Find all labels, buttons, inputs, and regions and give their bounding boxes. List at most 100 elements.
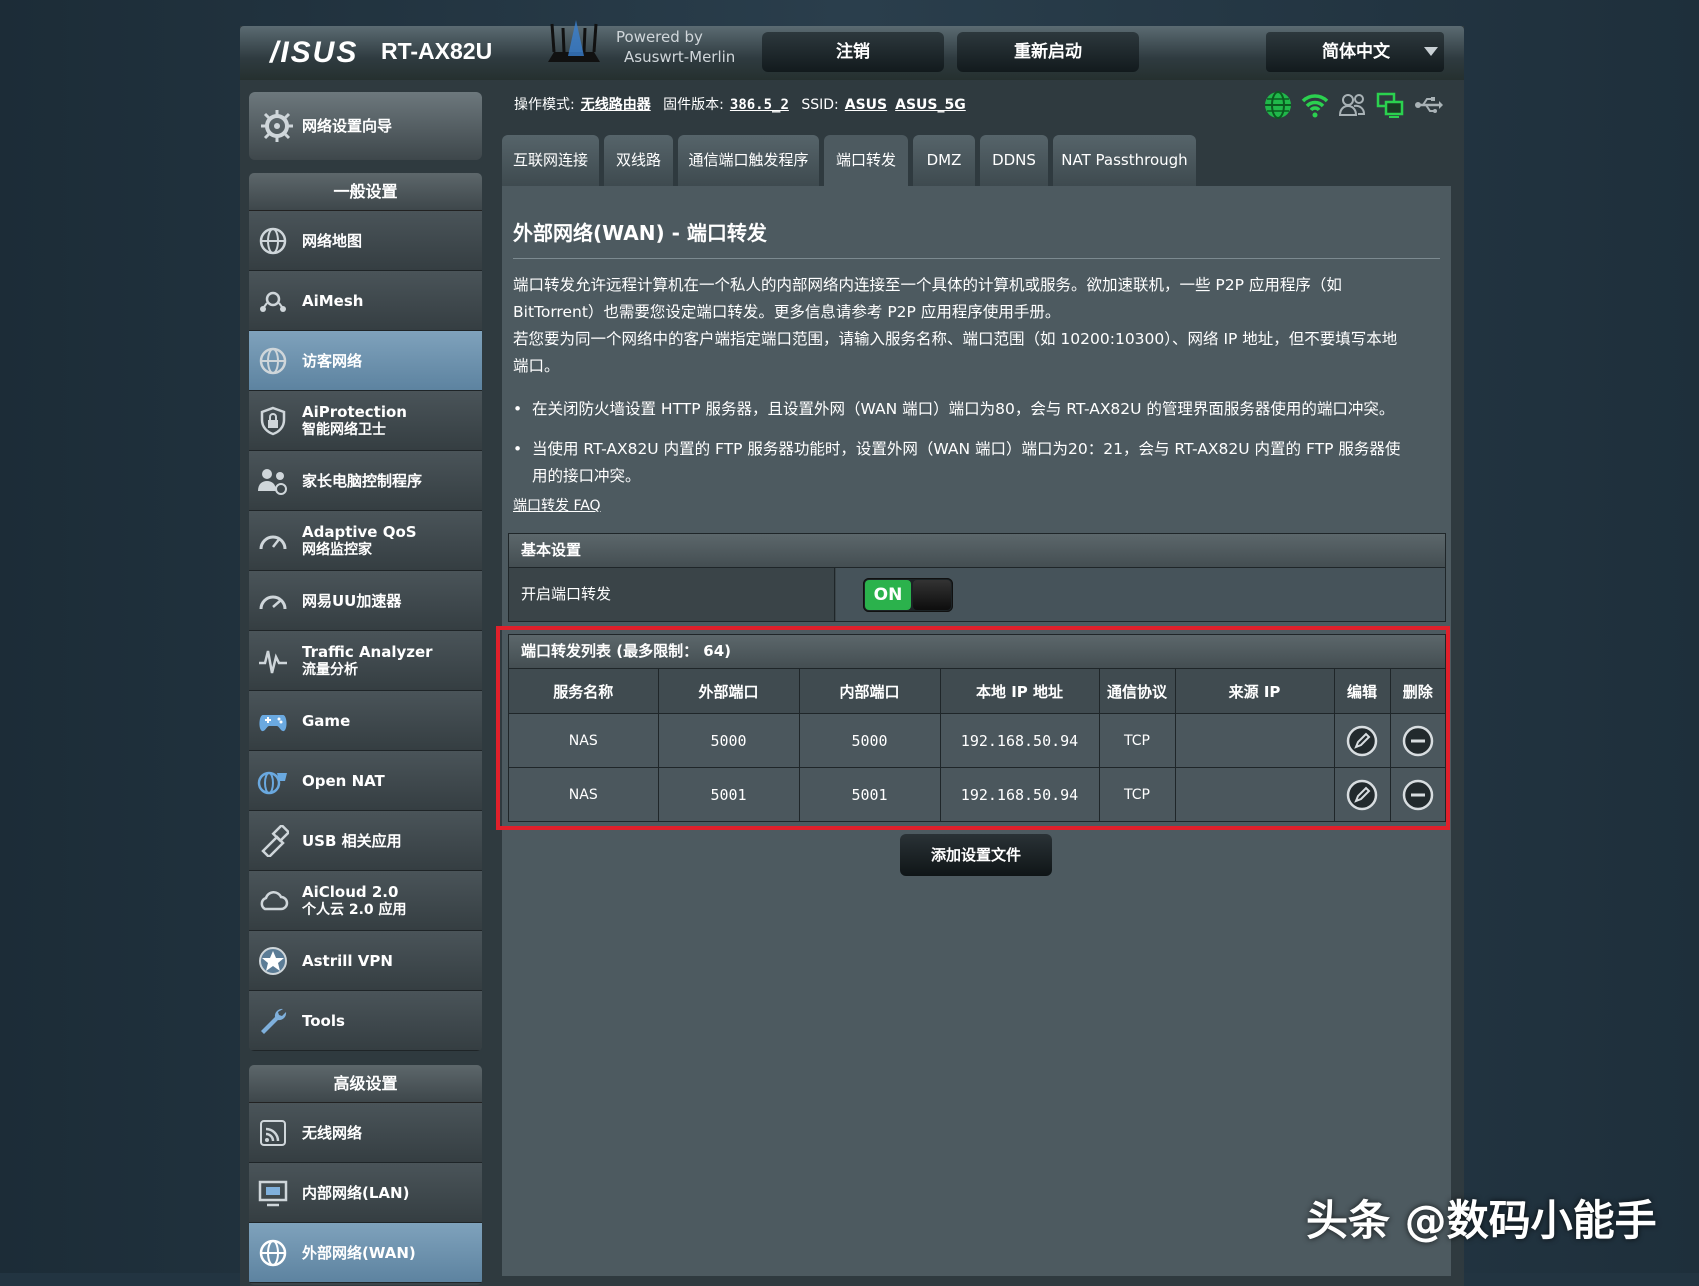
sidebar-item-text: 内部网络(LAN) (302, 1163, 409, 1222)
asus-logo: /ISUS (270, 36, 359, 69)
faq-link[interactable]: 端口转发 FAQ (513, 495, 601, 515)
sidebar-item-network-map[interactable]: 网络地图 (249, 211, 482, 271)
sidebar-item-text: Traffic Analyzer 流量分析 (302, 631, 433, 690)
aimesh-icon (260, 291, 286, 312)
description-line-1: 端口转发允许远程计算机在一个私人的内部网络内连接至一个具体的计算机或服务。欲加速… (513, 276, 1342, 294)
highlight-box (496, 626, 1450, 830)
sidebar-item-label: 访客网络 (302, 351, 363, 370)
logout-button[interactable]: 注销 (762, 32, 944, 72)
description: 端口转发允许远程计算机在一个私人的内部网络内连接至一个具体的计算机或服务。欲加速… (513, 272, 1441, 380)
accelerator-gauge-icon (259, 595, 287, 610)
sidebar-item-parental-control[interactable]: 家长电脑控制程序 (249, 451, 482, 511)
sidebar-item-label: Adaptive QoS (302, 522, 417, 541)
sidebar-item-text: AiProtection 智能网络卫士 (302, 391, 407, 450)
sidebar-item-usb-apps[interactable]: USB 相关应用 (249, 811, 482, 871)
sidebar-item-lan[interactable]: 内部网络(LAN) (249, 1163, 482, 1223)
lan-icon (258, 1180, 288, 1207)
language-value: 简体中文 (1322, 42, 1390, 62)
sidebar-item-traffic-wave[interactable]: Traffic Analyzer 流量分析 (249, 631, 482, 691)
basic-settings-header: 基本设置 (509, 534, 1445, 568)
sidebar-item-gamepad[interactable]: Game (249, 691, 482, 751)
firmware-label: 固件版本: (663, 97, 724, 113)
mode-label: 操作模式: (514, 97, 575, 113)
sidebar-item-text: USB 相关应用 (302, 811, 402, 870)
internet-globe-icon[interactable] (1263, 90, 1293, 120)
port-forward-toggle[interactable]: ON (863, 578, 953, 612)
tab-ddns[interactable]: DDNS (980, 135, 1048, 186)
shield-lock-icon (260, 406, 286, 436)
tab-dual-wan[interactable]: 双线路 (604, 135, 673, 186)
sidebar-item-wireless[interactable]: 无线网络 (249, 1103, 482, 1163)
sidebar-item-text: AiCloud 2.0 个人云 2.0 应用 (302, 871, 407, 930)
sidebar-item-label: AiProtection (302, 402, 407, 421)
note-text-2-line-1: 当使用 RT-AX82U 内置的 FTP 服务器功能时，设置外网（WAN 端口）… (532, 440, 1401, 458)
sidebar-item-label: 内部网络(LAN) (302, 1183, 410, 1202)
sidebar-item-text: 网络地图 (302, 211, 362, 270)
sidebar-item-text: 家长电脑控制程序 (302, 451, 422, 510)
sidebar-item-sublabel: 个人云 2.0 应用 (302, 901, 407, 918)
sidebar-item-star-badge[interactable]: Astrill VPN (249, 931, 482, 991)
sidebar-item-text: 无线网络 (302, 1103, 362, 1162)
tab-nat-passthrough[interactable]: NAT Passthrough (1053, 135, 1196, 186)
sidebar-item-wan-globe[interactable]: 外部网络(WAN) (249, 1223, 482, 1283)
gauge-icon (259, 535, 287, 550)
sidebar-item-shield-lock[interactable]: AiProtection 智能网络卫士 (249, 391, 482, 451)
sidebar-item-label: Tools (302, 1011, 345, 1030)
enable-port-forward-label: 开启端口转发 (509, 568, 835, 621)
tab-port-forwarding[interactable]: 端口转发 (824, 135, 908, 186)
ssid-link-1[interactable]: ASUS (845, 97, 887, 113)
wireless-icon (260, 1120, 286, 1146)
guest-network-icon (259, 347, 287, 375)
description-line-3: 若您要为同一个网络中的客户端指定端口范围，请输入服务名称、端口范围（如 1020… (513, 330, 1398, 348)
sidebar-item-text: Astrill VPN (302, 931, 393, 990)
tab-internet-connection[interactable]: 互联网连接 (502, 135, 599, 186)
sidebar-item-sublabel: 流量分析 (302, 661, 358, 678)
sidebar-item-label: 无线网络 (302, 1123, 363, 1142)
firmware-link[interactable]: 386.5_2 (730, 97, 789, 113)
sidebar-item-label: AiCloud 2.0 (302, 882, 399, 901)
traffic-wave-icon (259, 650, 287, 674)
sidebar-item-sublabel: 网络监控家 (302, 541, 372, 558)
advanced-settings-menu: 高级设置 无线网络内部网络(LAN) 外部网络(WAN) (249, 1065, 482, 1285)
sidebar-item-label: 家长电脑控制程序 (302, 471, 423, 490)
advanced-settings-header: 高级设置 (249, 1065, 482, 1103)
network-map-icon (259, 227, 287, 255)
parental-control-icon (258, 469, 287, 495)
sidebar-item-aimesh[interactable]: AiMesh (249, 271, 482, 331)
model-name: RT-AX82U (381, 38, 493, 64)
tab-dmz[interactable]: DMZ (913, 135, 975, 186)
ssid-link-2[interactable]: ASUS_5G (895, 97, 966, 113)
powered-by-line1: Powered by (616, 28, 703, 46)
enable-port-forward-row: 开启端口转发 ON (509, 568, 1445, 621)
sidebar-item-label: AiMesh (302, 291, 364, 310)
cloud-icon (260, 891, 289, 911)
quick-setup-button[interactable]: 网络设置向导 (249, 92, 482, 160)
sidebar-item-wrench[interactable]: Tools (249, 991, 482, 1051)
sidebar-item-accelerator-gauge[interactable]: 网易UU加速器 (249, 571, 482, 631)
description-line-4: 端口。 (513, 357, 560, 375)
sidebar-item-text: Open NAT (302, 751, 385, 810)
reboot-button[interactable]: 重新启动 (957, 32, 1139, 72)
description-line-2: BitTorrent）也需要您设定端口转发。更多信息请参考 P2P 应用程序使用… (513, 303, 1061, 321)
language-select[interactable]: 简体中文 (1266, 32, 1444, 72)
usb-icon[interactable] (1413, 90, 1443, 120)
toggle-knob (913, 580, 951, 610)
mode-link[interactable]: 无线路由器 (581, 97, 651, 113)
sidebar-item-gauge[interactable]: Adaptive QoS 网络监控家 (249, 511, 482, 571)
wan-globe-icon (259, 1239, 287, 1267)
sidebar-item-text: Tools (302, 991, 345, 1050)
network-link-icon[interactable] (1375, 90, 1405, 120)
wifi-icon[interactable] (1300, 90, 1330, 120)
enable-port-forward-value: ON (836, 568, 1445, 621)
toggle-on-label: ON (865, 580, 911, 610)
sidebar-item-label: 网络地图 (302, 231, 363, 250)
tab-port-trigger[interactable]: 通信端口触发程序 (678, 135, 819, 186)
sidebar-item-open-nat[interactable]: Open NAT (249, 751, 482, 811)
sidebar-item-cloud[interactable]: AiCloud 2.0 个人云 2.0 应用 (249, 871, 482, 931)
clients-icon[interactable] (1338, 90, 1368, 120)
sidebar-item-guest-network[interactable]: 访客网络 (249, 331, 482, 391)
general-settings-menu: 一般设置 网络地图 AiMesh 访客网络 AiProtection 智能网络卫士 家长电… (249, 173, 482, 1051)
router-icon (548, 20, 600, 62)
sidebar-item-label: 外部网络(WAN) (302, 1243, 416, 1262)
add-profile-button[interactable]: 添加设置文件 (900, 834, 1052, 876)
